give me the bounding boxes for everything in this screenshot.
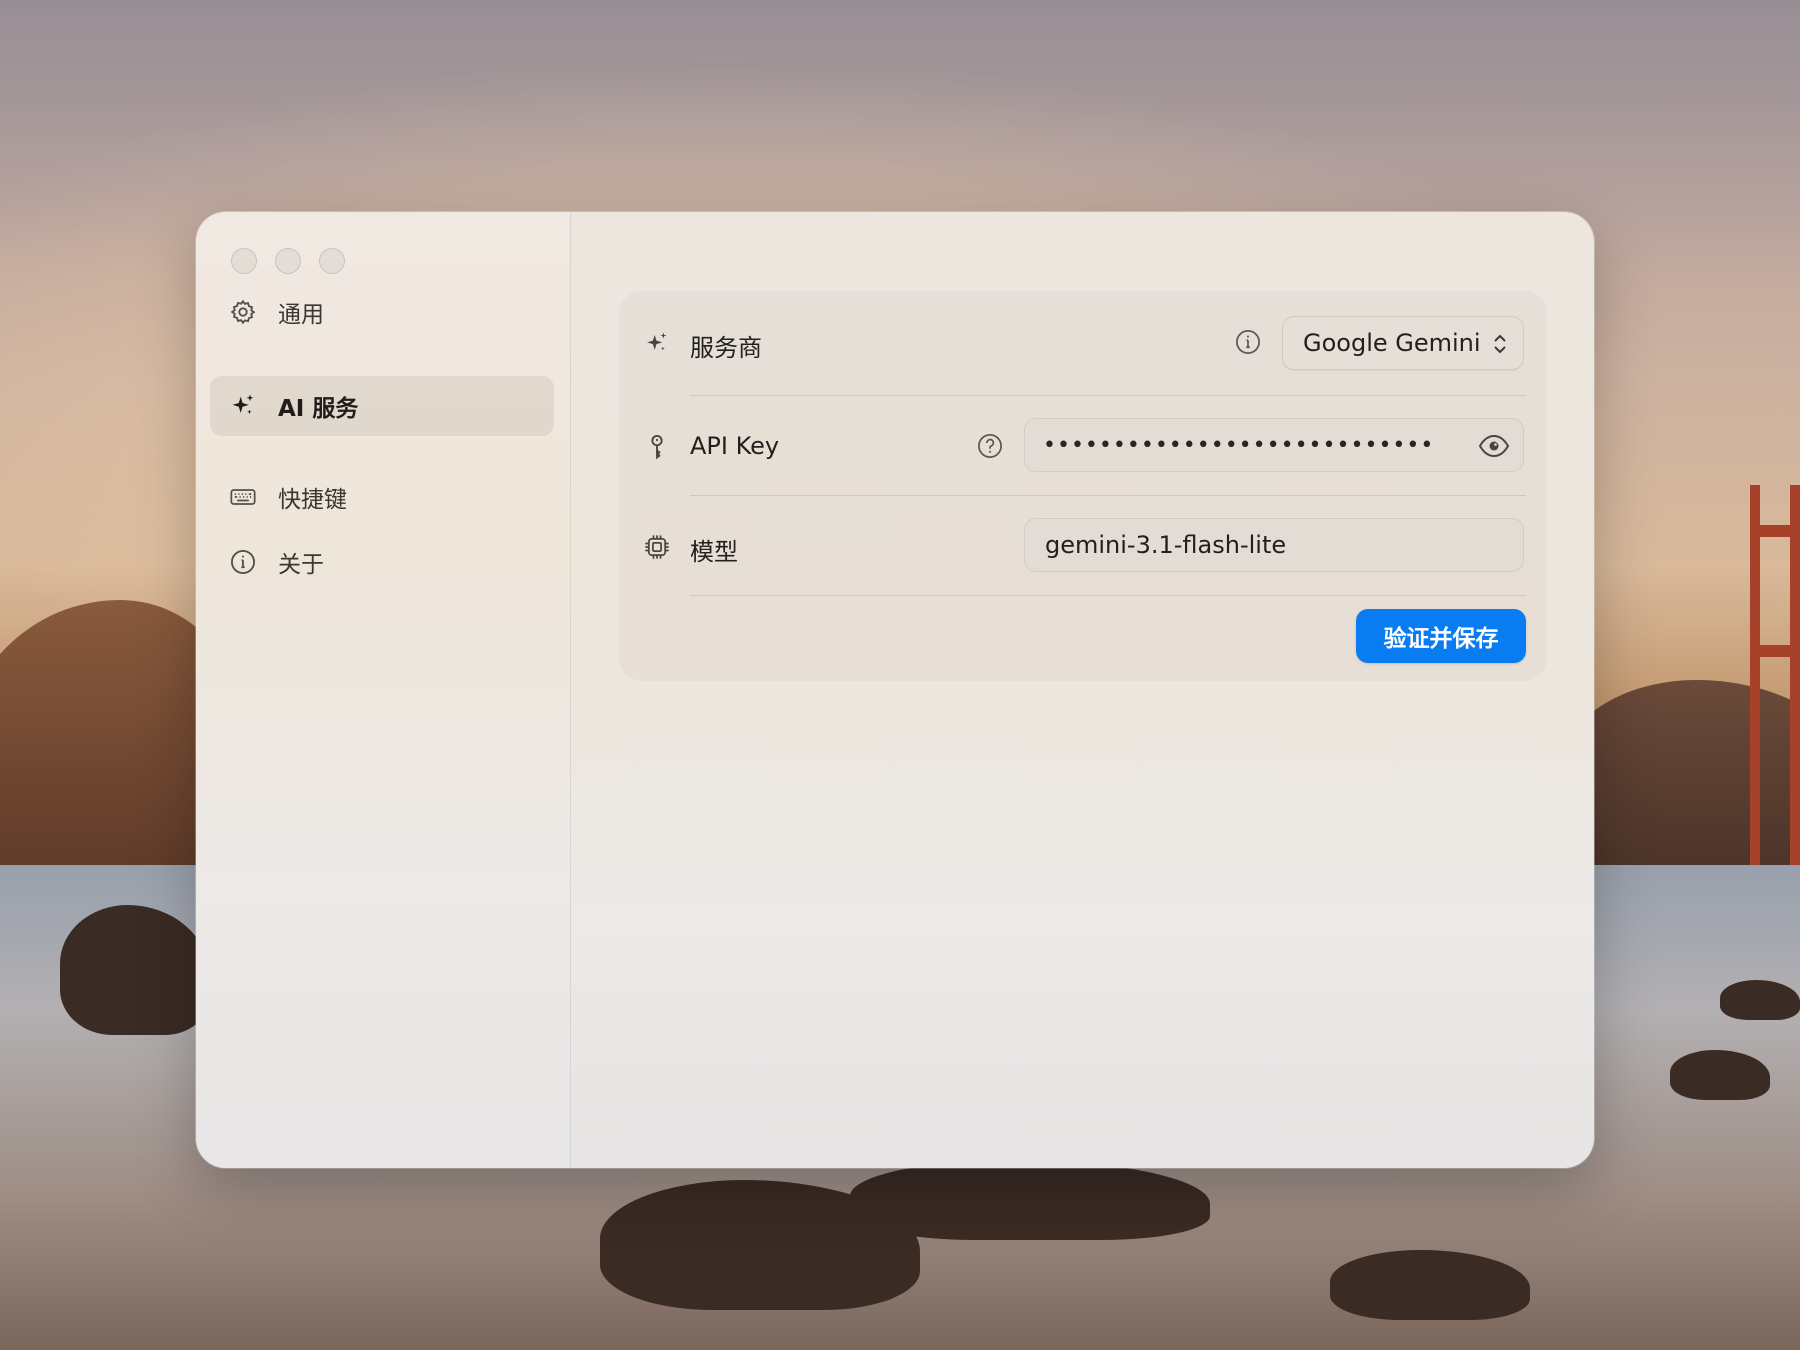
- close-window-button[interactable]: [231, 248, 257, 274]
- info-icon: [228, 547, 258, 577]
- traffic-lights: [231, 248, 345, 274]
- chip-icon: [642, 532, 672, 562]
- api-key-label: API Key: [690, 432, 780, 460]
- provider-row: 服务商 Google Gemini: [618, 290, 1548, 396]
- api-key-field[interactable]: ••••••••••••••••••••••••••••: [1024, 418, 1524, 472]
- question-icon[interactable]: [976, 432, 1004, 460]
- minimize-window-button[interactable]: [275, 248, 301, 274]
- sidebar-item-label: 关于: [278, 552, 324, 578]
- verify-and-save-button[interactable]: 验证并保存: [1356, 609, 1526, 663]
- provider-label: 服务商: [690, 334, 762, 362]
- provider-select[interactable]: Google Gemini: [1282, 316, 1524, 370]
- api-key-masked-value: ••••••••••••••••••••••••••••: [1043, 432, 1435, 458]
- sidebar-item-label: 通用: [278, 302, 324, 328]
- model-label: 模型: [690, 538, 738, 566]
- sidebar-item-ai-service[interactable]: AI 服务: [210, 376, 554, 436]
- sidebar: 通用 AI 服务 快捷键 关于: [196, 212, 571, 1168]
- sidebar-item-label: 快捷键: [278, 487, 347, 513]
- sidebar-item-label: AI 服务: [278, 396, 359, 422]
- key-icon: [642, 432, 672, 462]
- model-row: 模型 gemini-3.1-flash-lite: [618, 496, 1548, 596]
- sidebar-item-shortcuts[interactable]: 快捷键: [210, 467, 554, 527]
- wallpaper-bridge-tower: [1750, 485, 1800, 865]
- eye-icon[interactable]: [1477, 431, 1511, 461]
- info-icon[interactable]: [1234, 328, 1262, 356]
- zoom-window-button[interactable]: [319, 248, 345, 274]
- settings-window: 通用 AI 服务 快捷键 关于 服务商 Google Gemini API Ke…: [196, 212, 1594, 1168]
- sidebar-item-about[interactable]: 关于: [210, 532, 554, 592]
- api-key-row: API Key ••••••••••••••••••••••••••••: [618, 396, 1548, 496]
- provider-select-value: Google Gemini: [1303, 329, 1481, 357]
- ai-settings-card: 服务商 Google Gemini API Key ••••••••••••••…: [618, 290, 1548, 682]
- model-field[interactable]: gemini-3.1-flash-lite: [1024, 518, 1524, 572]
- sidebar-item-general[interactable]: 通用: [210, 282, 554, 342]
- sparkle-icon: [642, 328, 672, 358]
- keyboard-icon: [228, 482, 258, 512]
- gear-icon: [228, 297, 258, 327]
- model-value: gemini-3.1-flash-lite: [1045, 531, 1287, 559]
- chevron-updown-icon: [1494, 334, 1506, 354]
- sparkle-icon: [228, 391, 258, 421]
- wallpaper-rock: [1720, 980, 1800, 1020]
- row-divider: [690, 595, 1526, 596]
